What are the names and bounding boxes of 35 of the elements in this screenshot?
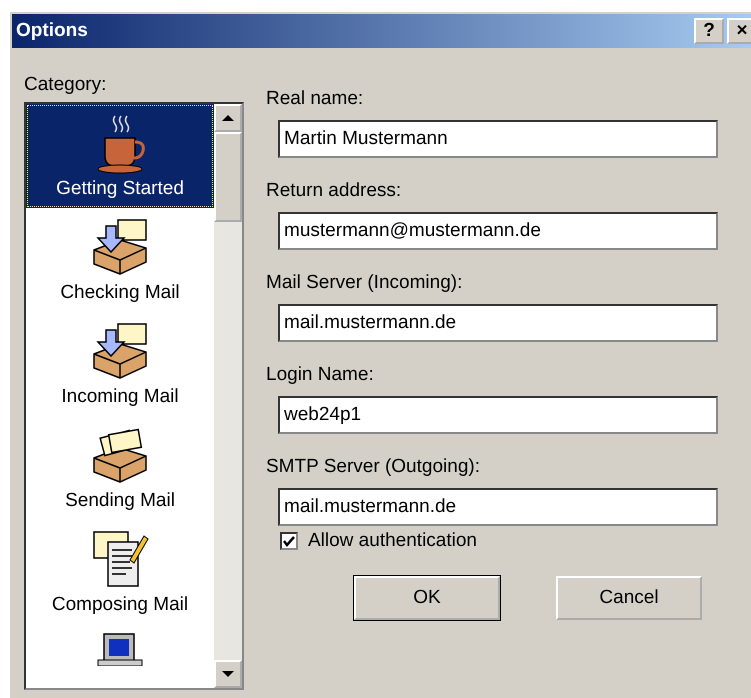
category-item[interactable]: Incoming Mail xyxy=(26,312,214,416)
input-field[interactable]: mustermann@mustermann.de xyxy=(278,212,718,250)
window-title: Options xyxy=(15,20,88,42)
category-item[interactable]: Getting Started xyxy=(26,104,214,208)
checkmark-icon xyxy=(283,536,295,546)
help-button[interactable]: ? xyxy=(694,18,724,44)
category-item[interactable]: Sending Mail xyxy=(26,416,214,520)
input-field[interactable]: mail.mustermann.de xyxy=(278,304,718,342)
dialog-button[interactable]: OK xyxy=(354,576,500,620)
category-label-text: Getting Started xyxy=(56,178,184,200)
dialog-button[interactable]: Cancel xyxy=(556,576,702,620)
category-label: Category: xyxy=(24,74,108,96)
checkbox[interactable] xyxy=(280,532,298,550)
category-item[interactable]: Checking Mail xyxy=(26,208,214,312)
field-label: Real name: xyxy=(266,88,364,110)
scroll-thumb[interactable] xyxy=(214,132,242,222)
field-label: Return address: xyxy=(266,180,402,202)
close-button[interactable]: × xyxy=(727,18,751,44)
input-field[interactable]: web24p1 xyxy=(278,396,718,434)
up-arrow-icon xyxy=(222,114,234,122)
category-label-text: Incoming Mail xyxy=(61,386,179,408)
category-label-text: Sending Mail xyxy=(65,490,175,512)
category-item[interactable]: Composing Mail xyxy=(26,520,214,624)
checkbox-label: Allow authentication xyxy=(308,530,477,552)
field-label: Login Name: xyxy=(266,364,375,386)
scrollbar[interactable] xyxy=(214,104,242,688)
input-field[interactable]: Martin Mustermann xyxy=(278,120,718,158)
input-field[interactable]: mail.mustermann.de xyxy=(278,488,718,526)
down-arrow-icon xyxy=(222,670,234,678)
scroll-up-button[interactable] xyxy=(214,104,242,132)
scroll-down-button[interactable] xyxy=(214,660,242,688)
category-label-text: Composing Mail xyxy=(52,594,188,616)
category-label-text: Checking Mail xyxy=(60,282,180,304)
field-label: Mail Server (Incoming): xyxy=(266,272,464,294)
field-label: SMTP Server (Outgoing): xyxy=(266,456,482,478)
